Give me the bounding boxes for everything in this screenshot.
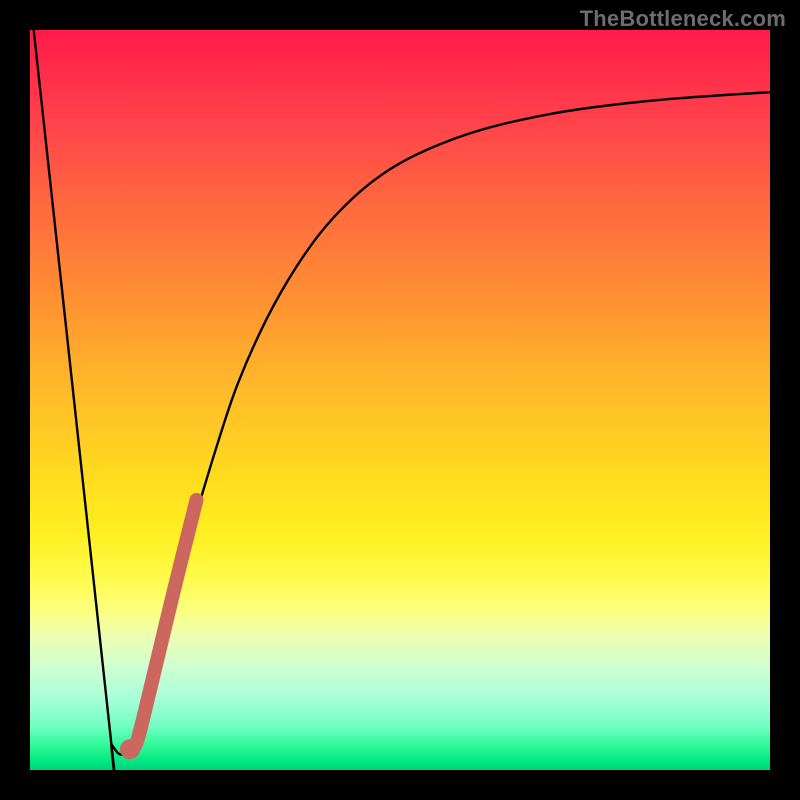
watermark-text: TheBottleneck.com: [580, 6, 786, 32]
plot-area: [30, 30, 770, 770]
chart-canvas: TheBottleneck.com: [0, 0, 800, 800]
main-curve: [34, 30, 770, 770]
emphasis-dot: [120, 739, 140, 759]
emphasis-curve: [130, 500, 197, 749]
curves-layer: [30, 30, 770, 770]
